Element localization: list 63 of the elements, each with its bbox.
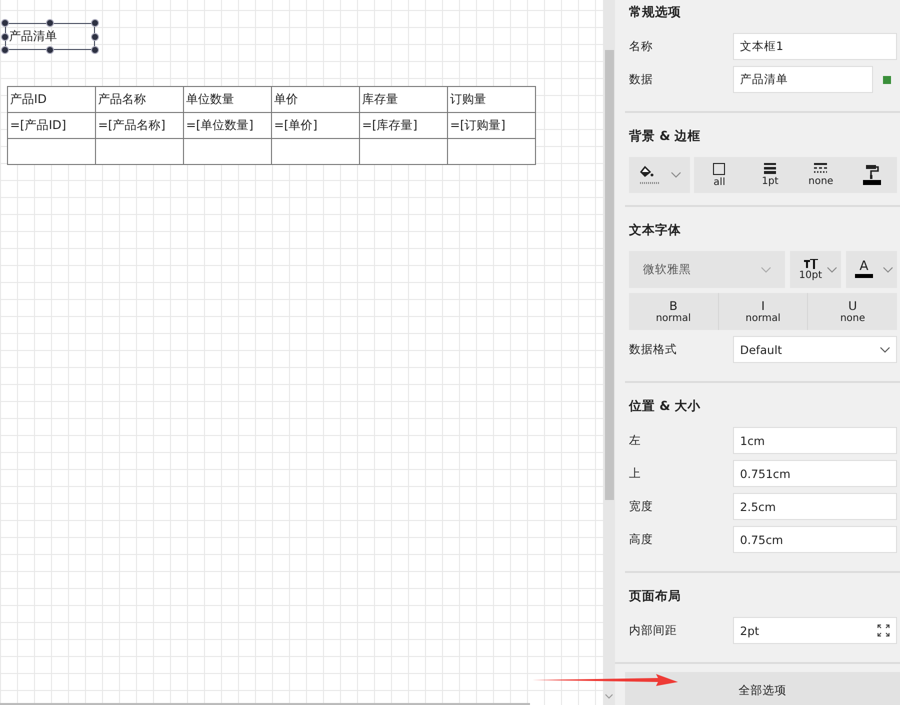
border-button[interactable]: 1pt — [744, 157, 796, 193]
border-button[interactable]: all — [694, 157, 745, 193]
table-cell: =[订购量] — [448, 112, 536, 138]
field-label: 数据格式 — [629, 342, 678, 357]
field-label: 左 — [629, 433, 642, 448]
table-cell: =[库存量] — [360, 112, 448, 138]
field-label: 高度 — [629, 532, 654, 547]
binding-indicator-icon — [883, 76, 891, 84]
font-style-button[interactable]: I normal — [718, 293, 808, 330]
section-title: 常规选项 — [629, 3, 682, 21]
font-color-dropdown[interactable]: A — [846, 251, 897, 288]
caret-icon — [880, 346, 890, 352]
table-header-cell: 库存量 — [360, 86, 448, 112]
table-header-cell: 产品名称 — [96, 86, 184, 112]
caret-icon — [670, 172, 680, 178]
font-size-dropdown[interactable]: 10pt — [790, 251, 841, 288]
input-field[interactable]: 1cm — [733, 427, 897, 454]
field-label: 宽度 — [629, 499, 654, 514]
line-weight-icon — [764, 163, 776, 174]
font-size-icon — [804, 258, 818, 268]
paint-roller-icon — [862, 165, 882, 185]
all-options-button[interactable]: 全部选项 — [625, 672, 900, 705]
design-canvas[interactable]: 产品清单 产品ID 产品名称 单位数量 单价 库存量 订购量 =[产品ID] =[产品名称] =[单位数量] =[单价] =[库存量] =[订购量] — [0, 0, 603, 705]
input-field[interactable]: 2.5cm — [733, 493, 897, 520]
section-title: 背景 & 边框 — [629, 127, 702, 145]
font-style-button[interactable]: U none — [807, 293, 898, 330]
input-field[interactable]: 0.75cm — [733, 526, 897, 553]
square-icon — [713, 162, 726, 174]
vertical-scrollbar[interactable] — [603, 0, 615, 705]
table-header-cell: 单位数量 — [184, 86, 272, 112]
input-field[interactable]: 产品清单 — [733, 66, 873, 93]
dash-style-icon — [814, 163, 828, 174]
field-label: 上 — [629, 466, 642, 481]
table-header-cell: 订购量 — [448, 86, 536, 112]
border-button[interactable]: none — [796, 157, 846, 193]
table-header-cell: 产品ID — [8, 86, 96, 112]
section-title: 文本字体 — [629, 221, 682, 239]
format-dropdown[interactable]: Default — [733, 336, 897, 363]
caret-icon — [761, 266, 771, 272]
table-cell: =[单价] — [272, 112, 360, 138]
section-title: 位置 & 大小 — [629, 397, 702, 415]
fill-color-button[interactable] — [629, 157, 690, 193]
paint-bucket-icon — [638, 164, 660, 186]
table-cell: =[产品名称] — [96, 112, 184, 138]
expand-icon[interactable] — [877, 624, 890, 637]
input-field[interactable]: 0.751cm — [733, 460, 897, 487]
resize-handle[interactable] — [46, 46, 54, 54]
caret-icon — [883, 266, 893, 272]
section-title: 页面布局 — [629, 587, 682, 605]
input-field[interactable]: 2pt — [733, 617, 897, 644]
font-style-button[interactable]: B normal — [629, 293, 718, 330]
table-cell: =[产品ID] — [8, 112, 96, 138]
resize-handle[interactable] — [46, 19, 54, 27]
font-dropdown[interactable]: 微软雅黑 — [629, 251, 785, 288]
table-header-cell: 单价 — [272, 86, 360, 112]
field-label: 名称 — [629, 39, 654, 54]
input-field[interactable]: 文本框1 — [733, 33, 897, 60]
horizontal-scrollbar[interactable] — [0, 703, 530, 705]
text-box-text: 产品清单 — [9, 28, 57, 45]
table-cell: =[单位数量] — [184, 112, 272, 138]
field-label: 内部间距 — [629, 623, 678, 638]
field-label: 数据 — [629, 72, 654, 87]
caret-icon — [827, 266, 837, 272]
